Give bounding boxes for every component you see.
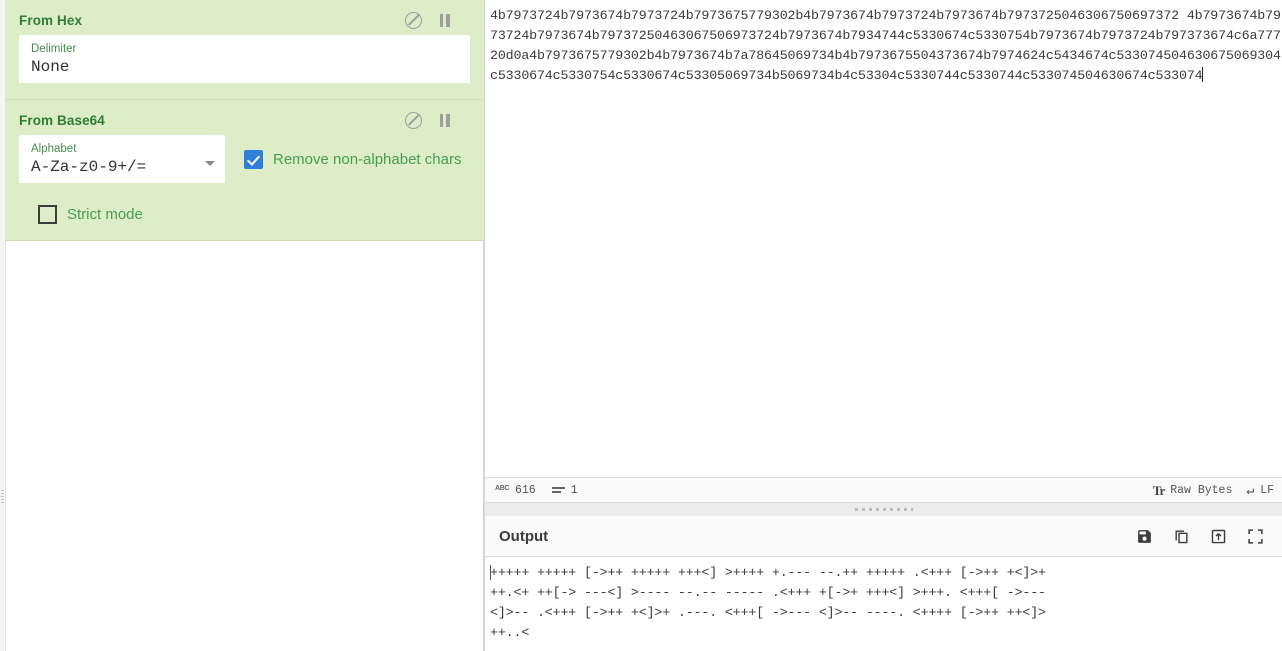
output-controls [1135, 527, 1264, 545]
operation-title: From Hex [19, 13, 83, 28]
operation-arguments: Delimiter None [5, 35, 484, 99]
operation-header: From Hex [5, 0, 484, 35]
operation-title: From Base64 [19, 113, 105, 128]
operation-controls [405, 112, 470, 129]
operation-controls [405, 12, 470, 29]
strict-mode-label: Strict mode [67, 206, 143, 223]
output-body[interactable]: +++++ +++++ [->++ +++++ +++<] >++++ +.--… [485, 557, 1282, 651]
input-line-ending-selector[interactable]: ↵ LF [1246, 484, 1274, 497]
splitter-grip-icon [854, 508, 913, 511]
delimiter-label: Delimiter [31, 43, 77, 55]
input-encoding-label: Raw Bytes [1170, 483, 1233, 497]
alphabet-value: A-Za-z0-9+/= [31, 158, 147, 176]
input-char-count-value: 616 [515, 483, 536, 497]
alphabet-select[interactable]: Alphabet A-Za-z0-9+/= [19, 135, 225, 183]
output-title: Output [499, 527, 549, 545]
recipe-operation-from-base64[interactable]: From Base64 Alphabet A-Za-z0-9+/= Remove… [5, 100, 484, 241]
disable-circle-slash-icon[interactable] [405, 112, 422, 129]
input-line-count: 1 [551, 483, 578, 497]
checkbox-unchecked-icon [38, 205, 57, 224]
pause-breakpoint-icon[interactable] [436, 12, 453, 29]
input-status-right: Tr Raw Bytes ↵ LF [1153, 484, 1274, 497]
input-line-count-value: 1 [570, 483, 578, 497]
operation-header: From Base64 [5, 100, 484, 135]
input-textarea[interactable]: 4b7973724b7973674b7973724b7973675779302b… [485, 0, 1282, 86]
font-tt-icon: Tr [1152, 482, 1166, 498]
recipe-operation-list: From Hex Delimiter None From Base64 Alph… [5, 0, 484, 241]
strict-mode-checkbox[interactable]: Strict mode [19, 205, 470, 224]
alphabet-row: Alphabet A-Za-z0-9+/= Remove non-alphabe… [19, 135, 470, 183]
remove-non-alphabet-chars-label: Remove non-alphabet chars [273, 150, 462, 168]
input-area[interactable]: 4b7973724b7973674b7973724b7973675779302b… [484, 0, 1282, 477]
lines-count-icon [551, 485, 565, 495]
chevron-down-icon [205, 161, 215, 166]
input-encoding-selector[interactable]: Tr Raw Bytes [1153, 484, 1233, 497]
operation-arguments: Alphabet A-Za-z0-9+/= Remove non-alphabe… [5, 135, 484, 240]
delimiter-field[interactable]: Delimiter None [19, 35, 470, 83]
output-pane: Output +++++ +++++ [->++ +++++ +++<] >++… [484, 516, 1282, 651]
save-icon[interactable] [1135, 527, 1153, 545]
remove-non-alphabet-chars-checkbox[interactable]: Remove non-alphabet chars [244, 149, 462, 169]
input-line-ending-label: LF [1260, 483, 1274, 497]
recipe-pane: From Hex Delimiter None From Base64 Alph… [0, 0, 484, 651]
io-splitter[interactable] [484, 503, 1282, 516]
checkbox-checked-icon [244, 149, 263, 169]
disable-circle-slash-icon[interactable] [405, 12, 422, 29]
recipe-operation-from-hex[interactable]: From Hex Delimiter None [5, 0, 484, 100]
alphabet-label: Alphabet [31, 143, 77, 155]
input-char-count: 616 [495, 484, 536, 497]
return-arrow-icon: ↵ [1246, 482, 1255, 498]
io-pane: 4b7973724b7973674b7973724b7973675779302b… [484, 0, 1282, 651]
input-status-bar: 616 1 Tr Raw Bytes ↵ LF [484, 477, 1282, 503]
abc-character-count-icon [495, 485, 509, 495]
recipe-drop-area[interactable] [5, 241, 483, 651]
input-caret [1202, 67, 1204, 82]
cyberchef-app: From Hex Delimiter None From Base64 Alph… [0, 0, 1282, 651]
maximise-icon[interactable] [1246, 527, 1264, 545]
output-header: Output [485, 516, 1282, 557]
resize-grip-icon [1, 490, 4, 504]
copy-icon[interactable] [1172, 527, 1190, 545]
output-textarea[interactable]: +++++ +++++ [->++ +++++ +++<] >++++ +.--… [485, 557, 1282, 643]
delimiter-value: None [31, 58, 70, 76]
output-caret [490, 565, 491, 580]
pause-breakpoint-icon[interactable] [436, 112, 453, 129]
move-output-to-input-icon[interactable] [1209, 527, 1227, 545]
